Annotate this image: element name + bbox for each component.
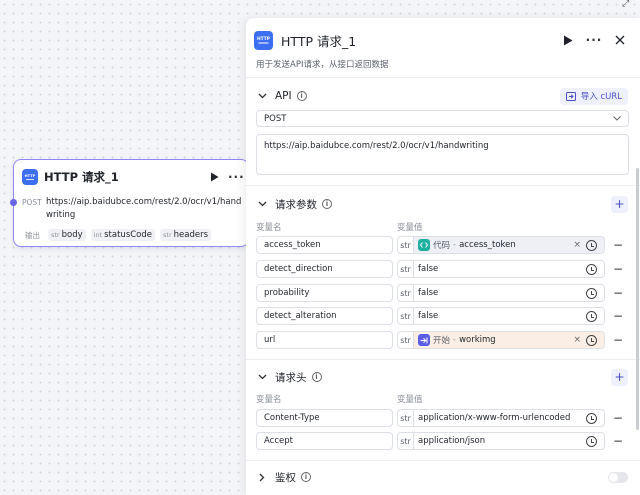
type-tag[interactable]: str <box>398 308 414 324</box>
node-url: https://aip.baidubce.com/rest/2.0/ocr/v1… <box>46 197 242 220</box>
type-tag[interactable]: str <box>398 410 414 426</box>
http-panel-icon: HTTP <box>254 30 273 50</box>
ref-variable: access_token <box>459 240 516 250</box>
variable-picker-icon[interactable] <box>586 412 597 424</box>
params-section-title: 请求参数 <box>275 198 317 211</box>
col-header-value: 变量值 <box>397 395 423 405</box>
ref-variable: workimg <box>459 335 496 345</box>
param-name-field[interactable]: probability <box>256 284 393 302</box>
output-tag-statuscode: int statusCode <box>90 229 156 241</box>
url-input[interactable]: https://aip.baidubce.com/rest/2.0/ocr/v1… <box>256 134 629 175</box>
param-value-field[interactable]: str false <box>397 284 605 302</box>
run-icon[interactable] <box>208 171 220 183</box>
info-icon[interactable]: i <box>301 472 311 482</box>
headers-section-title: 请求头 <box>275 371 307 384</box>
param-value-field[interactable]: str false <box>397 307 605 325</box>
import-curl-button[interactable]: 导入 cURL <box>559 87 628 105</box>
method-select[interactable]: POST <box>256 110 629 127</box>
clear-icon[interactable]: × <box>573 335 581 345</box>
run-icon[interactable] <box>560 32 576 48</box>
remove-param-button[interactable]: − <box>613 307 623 325</box>
node-config-panel: HTTP HTTP 请求_1 ··· 用于发送API请求，从接口返回数据 API… <box>246 18 640 495</box>
more-icon[interactable]: ··· <box>228 170 244 184</box>
svg-text:HTTP: HTTP <box>25 174 36 178</box>
panel-title[interactable]: HTTP 请求_1 <box>281 31 550 50</box>
auth-toggle[interactable] <box>608 471 628 483</box>
expand-icon[interactable]: ⤢ <box>622 0 636 9</box>
auth-section-title: 鉴权 <box>275 471 296 484</box>
type-tag[interactable]: str <box>398 433 414 449</box>
param-value-field[interactable]: str 开始 - workimg × <box>397 331 605 349</box>
node-method-label: POST <box>22 198 42 207</box>
info-icon[interactable]: i <box>296 91 307 101</box>
node-title: HTTP 请求_1 <box>44 170 119 184</box>
chevron-down-icon <box>613 116 621 121</box>
ref-source: 开始 <box>433 336 451 346</box>
chevron-down-icon[interactable] <box>256 371 268 383</box>
variable-picker-icon[interactable] <box>586 239 597 251</box>
param-value: false <box>418 264 439 274</box>
col-header-name: 变量名 <box>256 223 282 233</box>
header-value-field[interactable]: str application/json <box>397 432 605 450</box>
import-icon <box>565 91 576 101</box>
divider <box>246 77 640 78</box>
remove-param-button[interactable]: − <box>613 260 623 278</box>
remove-param-button[interactable]: − <box>613 236 623 254</box>
add-header-button[interactable]: + <box>611 368 628 386</box>
chevron-down-icon[interactable] <box>256 90 268 102</box>
node-input-port[interactable] <box>10 199 17 206</box>
type-tag[interactable]: str <box>398 237 414 253</box>
variable-picker-icon[interactable] <box>586 287 597 299</box>
scrollbar[interactable] <box>636 168 639 430</box>
variable-picker-icon[interactable] <box>586 263 597 275</box>
param-name-field[interactable]: detect_alteration <box>256 307 393 325</box>
more-icon[interactable]: ··· <box>586 32 602 48</box>
output-tag-body: str body <box>48 229 86 241</box>
api-section-title: API <box>275 90 292 102</box>
header-value: application/json <box>418 436 486 446</box>
add-param-button[interactable]: + <box>611 195 628 213</box>
col-header-value: 变量值 <box>397 223 423 233</box>
remove-param-button[interactable]: − <box>613 284 623 302</box>
param-value-field[interactable]: str false <box>397 260 605 278</box>
param-name-field[interactable]: url <box>256 331 393 349</box>
remove-param-button[interactable]: − <box>613 331 623 349</box>
start-icon <box>418 334 430 346</box>
header-value: application/x-www-form-urlencoded <box>418 413 571 423</box>
svg-text:HTTP: HTTP <box>257 36 271 42</box>
panel-description: 用于发送API请求，从接口返回数据 <box>256 60 389 70</box>
divider <box>246 460 640 461</box>
clear-icon[interactable]: × <box>573 240 581 250</box>
remove-header-button[interactable]: − <box>613 432 623 450</box>
info-icon[interactable]: i <box>311 372 322 382</box>
divider <box>246 185 640 186</box>
chevron-right-icon[interactable] <box>256 471 268 483</box>
param-value: false <box>418 288 439 298</box>
http-node-card[interactable]: HTTP HTTP 请求_1 ··· POST https://aip.baid… <box>10 159 249 247</box>
col-header-name: 变量名 <box>256 395 282 405</box>
header-value-field[interactable]: str application/x-www-form-urlencoded <box>397 409 605 427</box>
ref-source: 代码 <box>433 241 451 251</box>
param-name-field[interactable]: detect_direction <box>256 260 393 278</box>
remove-header-button[interactable]: − <box>613 409 623 427</box>
header-name-field[interactable]: Accept <box>256 432 393 450</box>
type-tag[interactable]: str <box>398 332 414 348</box>
http-node-icon: HTTP <box>22 169 38 185</box>
param-value: false <box>418 311 439 321</box>
info-icon[interactable]: i <box>322 199 332 209</box>
chevron-down-icon[interactable] <box>256 198 268 210</box>
param-value-field[interactable]: str 代码 - access_token × <box>397 236 605 254</box>
param-name-field[interactable]: access_token <box>256 236 393 254</box>
type-tag[interactable]: str <box>398 285 414 301</box>
output-tag-headers: str headers <box>160 229 211 241</box>
close-icon[interactable] <box>612 32 628 48</box>
type-tag[interactable]: str <box>398 261 414 277</box>
header-name-field[interactable]: Content-Type <box>256 409 393 427</box>
node-output-label: 输出 <box>25 230 40 240</box>
variable-picker-icon[interactable] <box>586 334 597 346</box>
variable-picker-icon[interactable] <box>586 435 597 447</box>
divider <box>246 359 640 360</box>
code-icon <box>418 239 430 251</box>
variable-picker-icon[interactable] <box>586 310 597 322</box>
